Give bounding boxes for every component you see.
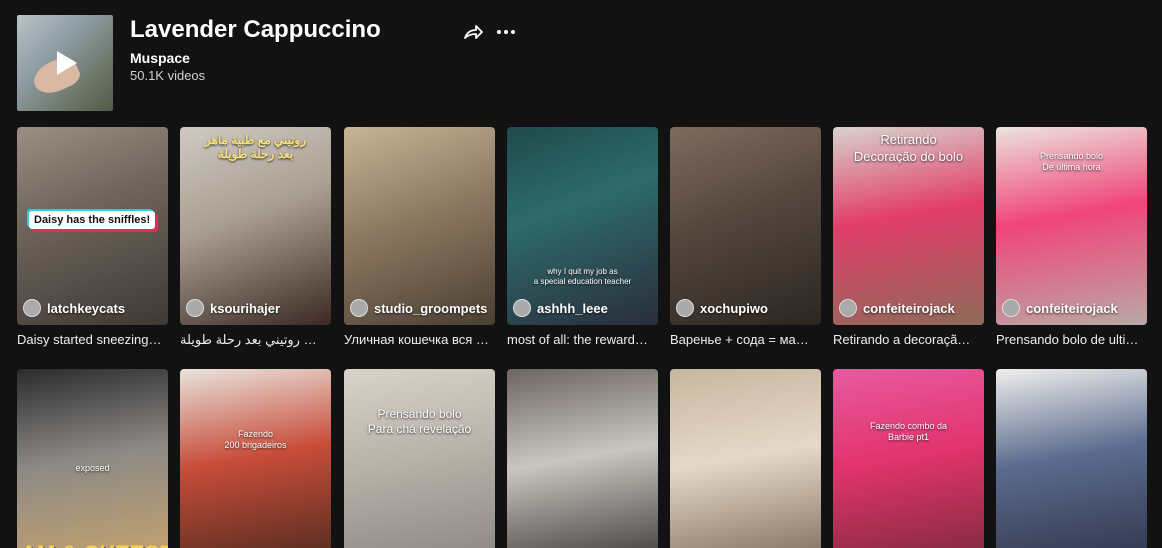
- video-overlay-text: Prensando bolo De última hora: [1039, 151, 1104, 172]
- video-thumbnail[interactable]: Retirando Decoração do bolo confeiteiroja…: [833, 127, 984, 325]
- video-overlay-text: Retirando Decoração do bolo: [853, 132, 964, 164]
- video-caption[interactable]: Уличная кошечка вся …: [344, 332, 495, 347]
- video-card[interactable]: Prensando bolo Para chá revelação: [344, 369, 495, 548]
- video-caption[interactable]: Retirando a decoraçã…: [833, 332, 984, 347]
- video-card[interactable]: روتيني مع طبية ماهر بعد رحلة طويلة ksouri…: [180, 127, 331, 348]
- author-name: latchkeycats: [47, 300, 126, 316]
- video-card[interactable]: [996, 369, 1147, 548]
- author-name: studio_groompets: [374, 300, 488, 316]
- video-thumbnail[interactable]: [996, 369, 1147, 548]
- video-caption[interactable]: روتيني بعد رحلة طويلة ✈️ 🧑🏻‍✈️ …: [180, 332, 331, 348]
- avatar: [186, 299, 204, 317]
- video-overlay-text: Daisy has the sniffles!: [29, 211, 156, 229]
- video-overlay-text: Fazendo combo da Barbie pt1: [869, 421, 948, 442]
- video-card[interactable]: Daisy has the sniffles! latchkeycats Daisy…: [17, 127, 168, 347]
- author-name: xochupiwo: [700, 300, 768, 316]
- video-card[interactable]: xochupiwo Варенье + сода = ма…: [670, 127, 821, 347]
- avatar: [350, 299, 368, 317]
- video-author[interactable]: xochupiwo: [676, 299, 768, 317]
- video-thumbnail[interactable]: studio_groompets: [344, 127, 495, 325]
- video-caption[interactable]: Prensando bolo de ulti…: [996, 332, 1147, 347]
- video-thumbnail[interactable]: exposed AM & CHEESE: [17, 369, 168, 548]
- video-thumbnail[interactable]: Prensando bolo Para chá revelação: [344, 369, 495, 548]
- video-author[interactable]: confeiteirojack: [1002, 299, 1118, 317]
- video-card[interactable]: [670, 369, 821, 548]
- video-thumbnail[interactable]: Daisy has the sniffles! latchkeycats: [17, 127, 168, 325]
- video-thumbnail[interactable]: [670, 369, 821, 548]
- video-card[interactable]: why I quit my job as a special education…: [507, 127, 658, 347]
- video-count: 50.1K videos: [130, 68, 206, 83]
- video-author[interactable]: ashhh_leee: [513, 299, 608, 317]
- video-title-art: AM & CHEESE: [21, 541, 168, 548]
- video-overlay-text: why I quit my job as a special education…: [533, 267, 632, 286]
- video-author[interactable]: latchkeycats: [23, 299, 125, 317]
- video-author[interactable]: studio_groompets: [350, 299, 487, 317]
- playlist-creator[interactable]: Muspace: [130, 50, 190, 66]
- avatar: [839, 299, 857, 317]
- video-thumbnail[interactable]: [507, 369, 658, 548]
- video-caption[interactable]: most of all: the reward…: [507, 332, 658, 347]
- video-caption[interactable]: Варенье + сода = ма…: [670, 332, 821, 347]
- video-card[interactable]: Fazendo 200 brigadeiros: [180, 369, 331, 548]
- video-author[interactable]: ksourihajer: [186, 299, 280, 317]
- author-name: confeiteirojack: [863, 300, 955, 316]
- video-card[interactable]: Fazendo combo da Barbie pt1: [833, 369, 984, 548]
- playlist-header: Lavender Cappuccino Muspace 50.1K videos: [17, 15, 1147, 111]
- author-name: ashhh_leee: [537, 300, 608, 316]
- video-card[interactable]: Retirando Decoração do bolo confeiteiroja…: [833, 127, 984, 347]
- avatar: [513, 299, 531, 317]
- video-thumbnail[interactable]: Fazendo combo da Barbie pt1: [833, 369, 984, 548]
- video-thumbnail[interactable]: Fazendo 200 brigadeiros: [180, 369, 331, 548]
- video-card[interactable]: studio_groompets Уличная кошечка вся …: [344, 127, 495, 347]
- more-options-button[interactable]: [495, 21, 517, 43]
- video-thumbnail[interactable]: xochupiwo: [670, 127, 821, 325]
- video-author[interactable]: confeiteirojack: [839, 299, 955, 317]
- video-card[interactable]: Prensando bolo De última hora confeiteiro…: [996, 127, 1147, 347]
- video-thumbnail[interactable]: Prensando bolo De última hora confeiteiro…: [996, 127, 1147, 325]
- video-thumbnail[interactable]: روتيني مع طبية ماهر بعد رحلة طويلة ksouri…: [180, 127, 331, 325]
- more-options-icon: [497, 30, 515, 34]
- avatar: [1002, 299, 1020, 317]
- playlist-title: Lavender Cappuccino: [130, 16, 381, 43]
- video-thumbnail[interactable]: why I quit my job as a special education…: [507, 127, 658, 325]
- video-caption[interactable]: Daisy started sneezing…: [17, 332, 168, 347]
- author-name: confeiteirojack: [1026, 300, 1118, 316]
- video-overlay-text: Fazendo 200 brigadeiros: [224, 429, 287, 450]
- share-icon: [464, 25, 483, 39]
- video-overlay-text: روتيني مع طبية ماهر بعد رحلة طويلة: [204, 133, 307, 161]
- avatar: [23, 299, 41, 317]
- video-card[interactable]: exposed AM & CHEESE: [17, 369, 168, 548]
- playlist-cover[interactable]: [17, 15, 113, 111]
- share-button[interactable]: [462, 21, 484, 43]
- video-overlay-text: exposed: [75, 463, 110, 473]
- author-name: ksourihajer: [210, 300, 281, 316]
- video-overlay-text: Prensando bolo Para chá revelação: [367, 407, 472, 436]
- video-card[interactable]: [507, 369, 658, 548]
- avatar: [676, 299, 694, 317]
- play-icon: [57, 51, 77, 75]
